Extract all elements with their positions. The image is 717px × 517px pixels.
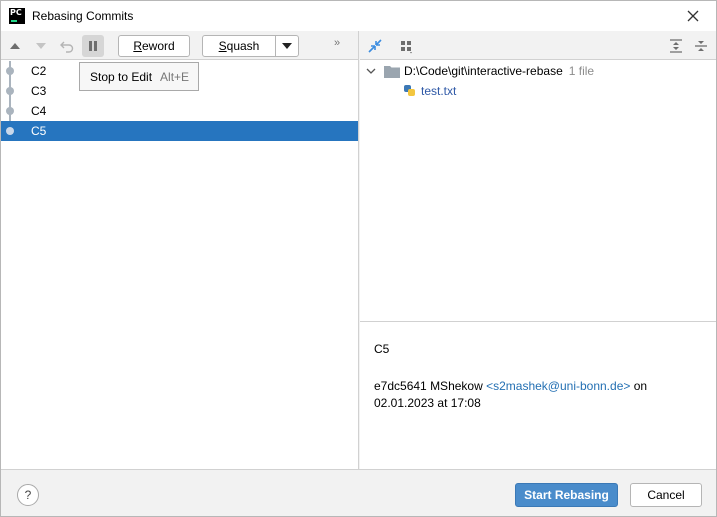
folder-icon <box>384 65 400 78</box>
commit-row[interactable]: C4 <box>1 101 358 121</box>
app-icon-text: PC <box>10 8 22 17</box>
move-down-button[interactable] <box>30 35 52 57</box>
undo-button[interactable] <box>56 35 78 57</box>
cancel-button[interactable]: Cancel <box>630 483 702 507</box>
commit-hash: e7dc5641 <box>374 379 427 393</box>
root-file-count: 1 file <box>568 64 595 78</box>
close-icon <box>687 10 699 22</box>
start-rebasing-button[interactable]: Start Rebasing <box>515 483 618 507</box>
expand-all-icon <box>670 39 682 53</box>
squash-button[interactable]: Squash <box>202 35 276 57</box>
expand-all-button[interactable] <box>665 35 687 57</box>
close-button[interactable] <box>670 1 716 31</box>
python-file-icon <box>404 85 415 96</box>
on-word: on <box>633 379 648 393</box>
reword-label-rest: eword <box>141 39 175 53</box>
commit-node-icon <box>6 67 14 75</box>
changes-pane: D:\Code\git\interactive-rebase 1 file te… <box>360 31 716 469</box>
show-diff-icon <box>368 39 382 53</box>
reword-button[interactable]: Reword <box>118 35 190 57</box>
stop-to-edit-button[interactable] <box>82 35 104 57</box>
title-bar: PC Rebasing Commits <box>1 1 716 31</box>
help-icon: ? <box>24 488 32 502</box>
commit-node-icon <box>6 107 14 115</box>
show-diff-button[interactable] <box>364 35 386 57</box>
undo-icon <box>60 41 74 53</box>
move-up-icon <box>10 43 20 49</box>
squash-dropdown-button[interactable] <box>275 35 299 57</box>
tooltip-text: Stop to Edit <box>90 69 153 84</box>
move-up-button[interactable] <box>4 35 26 57</box>
commit-toolbar: Reword Squash » <box>1 31 358 60</box>
commit-author: MShekow <box>430 379 483 393</box>
commit-date: 02.01.2023 at 17:08 <box>374 396 481 410</box>
commit-label: C5 <box>31 124 47 138</box>
squash-label-rest: quash <box>226 39 260 53</box>
stop-to-edit-tooltip: Stop to Edit Alt+E <box>79 62 199 91</box>
author-email-link[interactable]: <s2mashek@uni-bonn.de> <box>486 379 630 393</box>
dropdown-arrow-icon <box>282 43 292 49</box>
commit-list-pane: Reword Squash » C2 C3 C4 C5 <box>1 31 359 469</box>
root-path: D:\Code\git\interactive-rebase <box>404 64 563 78</box>
more-actions-icon: » <box>333 37 341 49</box>
commit-details: C5 e7dc5641 MShekow <s2mashek@uni-bonn.d… <box>360 321 716 469</box>
collapse-all-icon <box>695 41 707 51</box>
commit-meta: e7dc5641 MShekow <s2mashek@uni-bonn.de> … <box>374 378 674 412</box>
commit-node-icon <box>6 87 14 95</box>
tooltip-shortcut: Alt+E <box>160 69 190 84</box>
move-down-icon <box>36 43 46 49</box>
more-actions-button[interactable]: » <box>329 37 345 53</box>
pause-icon <box>89 41 97 51</box>
commit-subject: C5 <box>374 342 390 356</box>
changes-toolbar <box>360 31 716 60</box>
help-button[interactable]: ? <box>17 484 39 506</box>
commit-label: C2 <box>31 64 47 78</box>
commit-label: C4 <box>31 104 47 118</box>
changed-file-item[interactable]: test.txt <box>402 82 456 100</box>
group-by-icon <box>401 41 412 54</box>
group-by-button[interactable] <box>396 35 418 57</box>
file-name: test.txt <box>421 84 457 98</box>
changes-tree-root[interactable]: D:\Code\git\interactive-rebase 1 file <box>366 62 594 80</box>
collapse-all-button[interactable] <box>690 35 712 57</box>
commit-node-icon <box>6 127 14 135</box>
window-title: Rebasing Commits <box>32 9 134 23</box>
commit-label: C3 <box>31 84 47 98</box>
squash-mnemonic: S <box>218 39 227 53</box>
rebasing-dialog: PC Rebasing Commits Reword S quash » C2 … <box>0 0 717 517</box>
dialog-footer: ? Start Rebasing Cancel <box>1 469 716 516</box>
chevron-down-icon[interactable] <box>366 66 376 76</box>
reword-mnemonic: R <box>133 39 142 53</box>
pycharm-app-icon: PC <box>9 8 25 24</box>
commit-row[interactable]: C5 <box>1 121 358 141</box>
